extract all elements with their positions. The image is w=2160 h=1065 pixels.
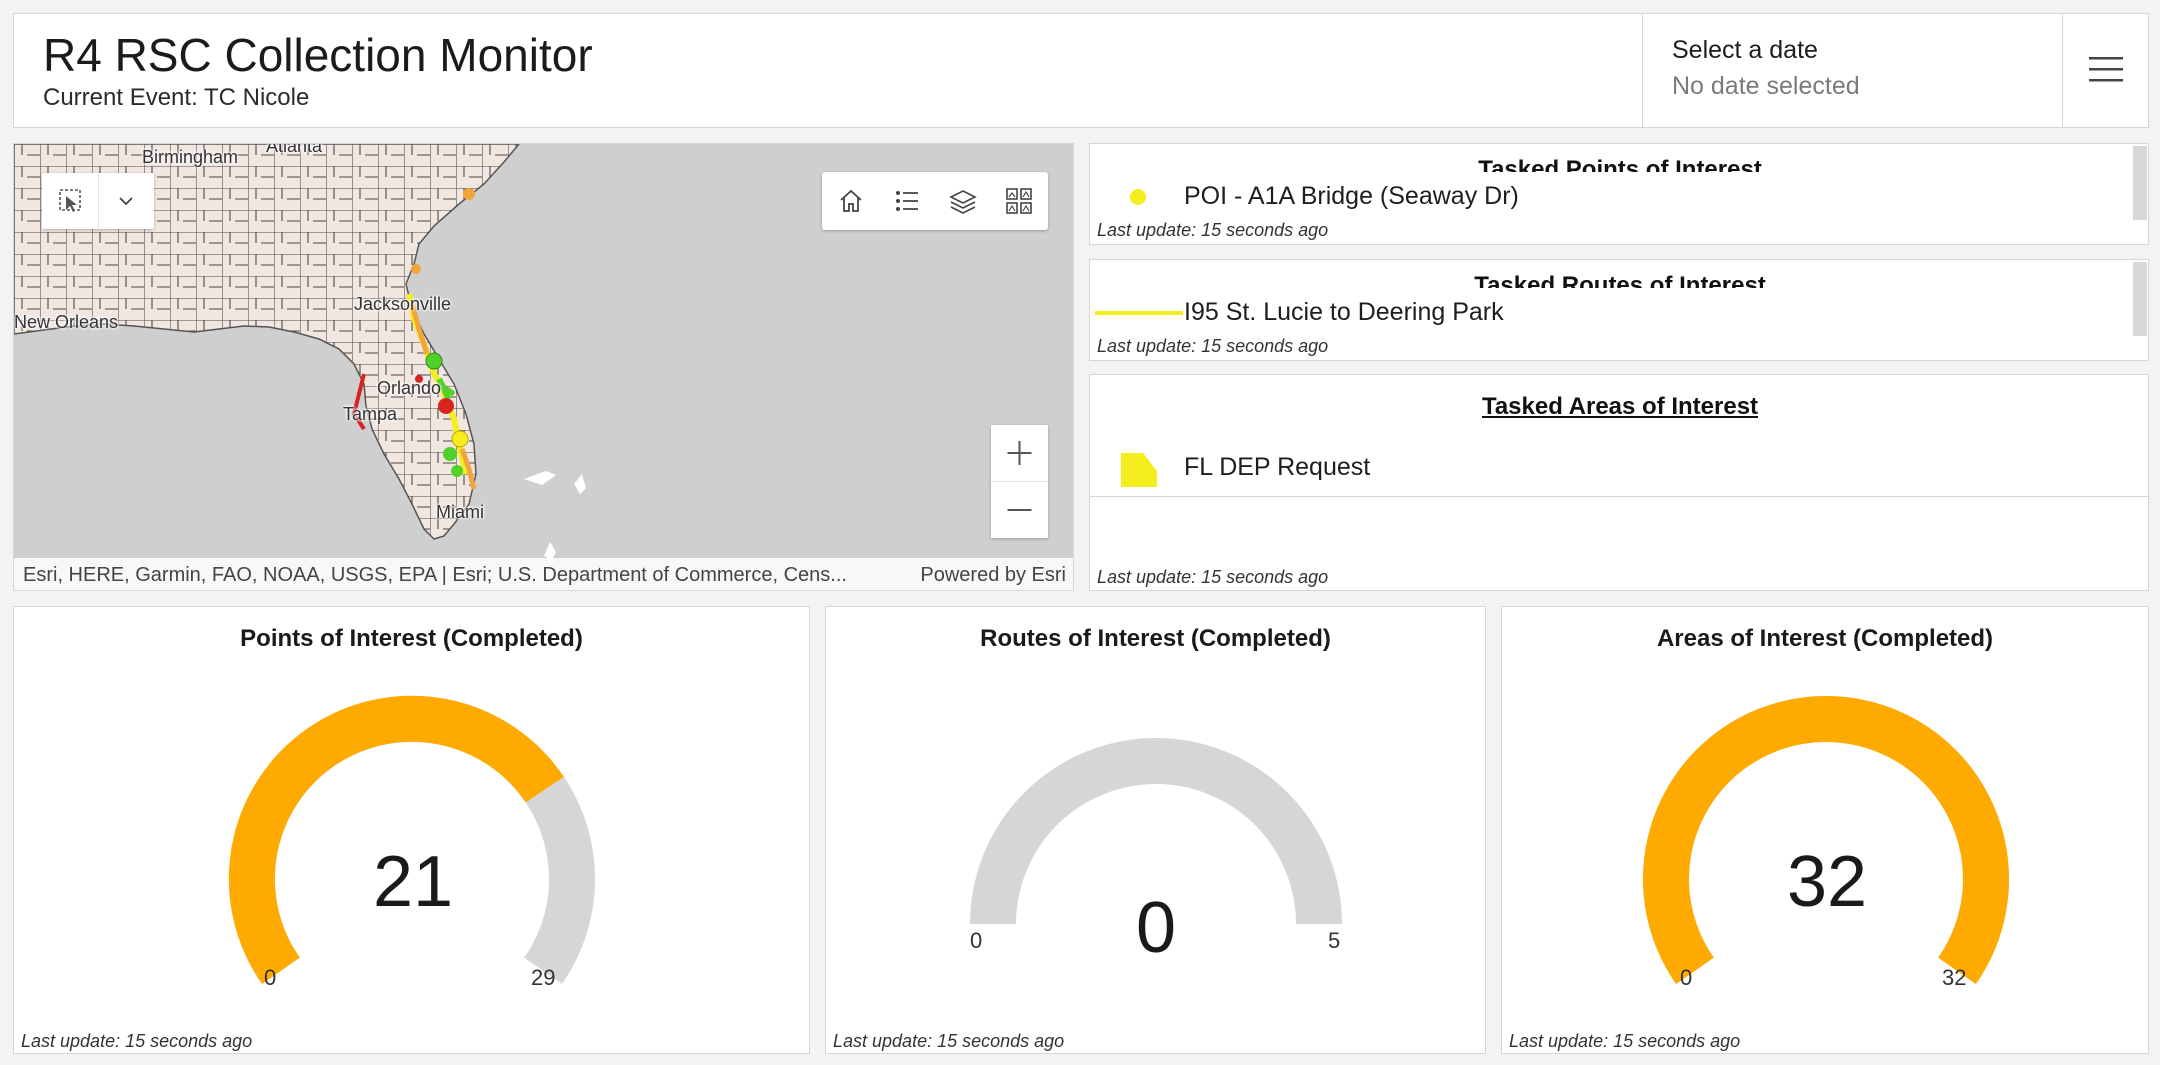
gauge-chart: [228, 695, 595, 984]
map-label-tampa: Tampa: [343, 404, 398, 424]
map-label-miami: Miami: [436, 502, 484, 522]
list-item-label: POI - A1A Bridge (Seaway Dr): [1184, 182, 1519, 210]
poi-marker: [443, 447, 457, 461]
last-update-text: Last update: 15 seconds ago: [1097, 567, 1329, 587]
last-update-text: Last update: 15 seconds ago: [1097, 220, 1329, 240]
poi-marker: [438, 398, 454, 414]
zoom-out-button[interactable]: [991, 482, 1048, 538]
minus-icon: [1007, 509, 1032, 511]
tasked-routes-list: Tasked Routes of Interest I95 St. Lucie …: [1089, 259, 2149, 361]
map-toolbar: [822, 172, 1048, 230]
list-title-routes: Tasked Routes of Interest: [1474, 272, 1766, 288]
gauge-value: 21: [372, 842, 454, 922]
list-item[interactable]: I95 St. Lucie to Deering Park: [1090, 288, 2130, 338]
basemap-gallery-button[interactable]: [1004, 186, 1034, 216]
layers-button[interactable]: [948, 186, 978, 216]
select-options-dropdown[interactable]: [112, 188, 140, 214]
map-label-atlanta: Atlanta: [266, 143, 323, 156]
gauge-chart: [970, 738, 1342, 925]
map-select-icon: [59, 189, 81, 212]
map-view[interactable]: Birmingham Atlanta New Orleans Jacksonvi…: [13, 143, 1074, 591]
map-attribution[interactable]: Esri, HERE, Garmin, FAO, NOAA, USGS, EPA…: [23, 564, 847, 587]
legend-list-icon: [896, 191, 918, 211]
menu-button[interactable]: [2062, 14, 2149, 127]
tasked-points-list: Tasked Points of Interest POI - A1A Brid…: [1089, 143, 2149, 245]
poi-marker: [411, 264, 421, 274]
gauge-points: Points of Interest (Completed) 21 0 29 L…: [13, 606, 810, 1054]
map-label-birmingham: Birmingham: [142, 147, 239, 167]
date-selector[interactable]: Select a date No date selected: [1642, 14, 2062, 127]
gauge-value: 0: [1135, 888, 1177, 968]
gauge-max-label: 32: [1942, 965, 1967, 990]
last-update-text: Last update: 15 seconds ago: [21, 1031, 253, 1051]
gauge-value: 32: [1786, 842, 1868, 922]
gauge-routes: Routes of Interest (Completed) 0 0 5 Las…: [825, 606, 1486, 1054]
map-attribution-bar: Esri, HERE, Garmin, FAO, NOAA, USGS, EPA…: [14, 558, 1073, 590]
gauge-max-label: 5: [1328, 928, 1341, 953]
poi-marker: [451, 430, 469, 448]
map-label-orlando: Orlando: [377, 378, 442, 398]
map-label-jacksonville: Jacksonville: [354, 294, 452, 314]
select-tool-group: [42, 173, 154, 229]
list-item-label: I95 St. Lucie to Deering Park: [1184, 298, 1504, 326]
plus-icon: [1007, 441, 1032, 465]
zoom-control: [991, 425, 1048, 538]
gauge-areas: Areas of Interest (Completed) 32 0 32 La…: [1501, 606, 2149, 1054]
gauge-min-label: 0: [970, 928, 983, 953]
home-icon: [840, 189, 862, 212]
zoom-in-button[interactable]: [991, 425, 1048, 481]
map-label-new-orleans: New Orleans: [14, 312, 119, 332]
gauge-min-label: 0: [1680, 965, 1693, 990]
island: [524, 471, 556, 485]
tasked-areas-list: Tasked Areas of Interest FL DEP Request …: [1089, 374, 2149, 591]
area-polygon-icon: [1121, 453, 1157, 487]
layers-icon: [949, 190, 977, 214]
map-select-button[interactable]: [54, 186, 86, 216]
scrollbar[interactable]: [2133, 262, 2147, 336]
gauge-chart: [1643, 696, 2009, 984]
gauge-min-label: 0: [264, 965, 277, 990]
page-subtitle: Current Event: TC Nicole: [43, 84, 310, 111]
list-item[interactable]: POI - A1A Bridge (Seaway Dr): [1090, 172, 2130, 222]
last-update-text: Last update: 15 seconds ago: [1097, 336, 1329, 356]
poi-marker: [463, 188, 475, 200]
list-item[interactable]: FL DEP Request: [1090, 437, 2148, 497]
list-item-label: FL DEP Request: [1184, 453, 1371, 481]
list-title-areas: Tasked Areas of Interest: [1481, 393, 1759, 420]
poi-marker: [425, 352, 443, 370]
last-update-text: Last update: 15 seconds ago: [833, 1031, 1065, 1051]
header-bar: R4 RSC Collection Monitor Current Event:…: [13, 13, 2149, 128]
list-title-points: Tasked Points of Interest: [1478, 156, 1762, 172]
scrollbar[interactable]: [2133, 146, 2147, 220]
route-line-icon: [1095, 311, 1183, 315]
gauge-max-label: 29: [531, 965, 556, 990]
hamburger-menu-icon: [2089, 57, 2123, 82]
last-update-text: Last update: 15 seconds ago: [1509, 1031, 1741, 1051]
date-selector-label: Select a date: [1672, 36, 1818, 64]
powered-by-esri[interactable]: Powered by Esri: [920, 564, 1066, 587]
home-button[interactable]: [836, 186, 866, 216]
poi-marker: [451, 465, 463, 477]
tool-divider: [98, 173, 99, 229]
legend-button[interactable]: [892, 186, 922, 216]
basemap-gallery-icon: [1006, 188, 1032, 214]
page-title: R4 RSC Collection Monitor: [43, 29, 593, 81]
chevron-down-icon: [119, 197, 133, 206]
date-selector-value: No date selected: [1672, 72, 1860, 100]
poi-marker-icon: [1130, 189, 1146, 205]
island: [574, 474, 586, 494]
